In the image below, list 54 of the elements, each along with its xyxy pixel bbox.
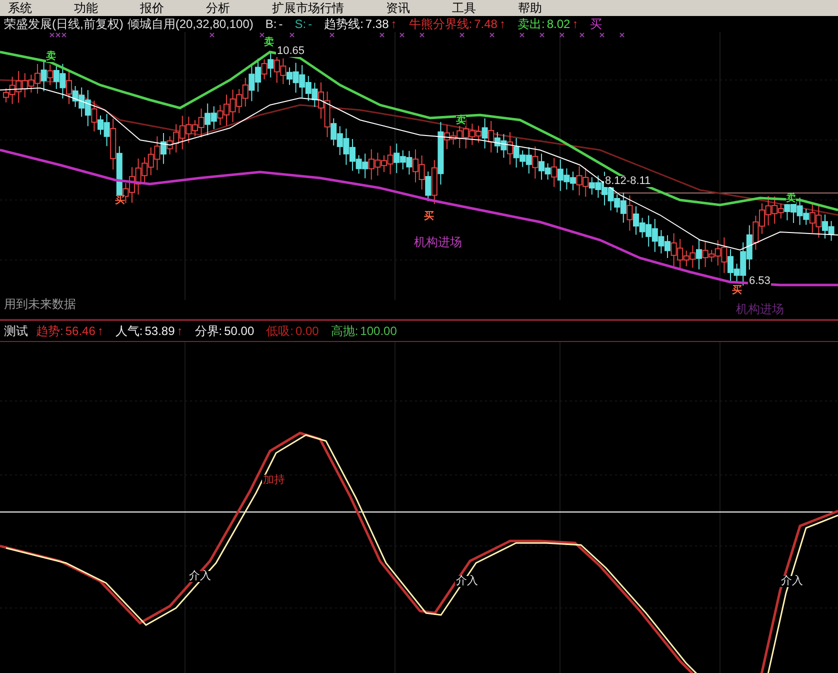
indicator-value: 0.00 <box>295 325 319 337</box>
arrow-mark: ↑ <box>572 18 578 30</box>
arrow-mark: ↑ <box>390 18 397 30</box>
indicator-label: B: <box>265 18 277 30</box>
indicator-label: 分界: <box>194 325 222 337</box>
indicator-label: 低吸: <box>266 325 294 337</box>
menu-item[interactable]: 帮助 <box>518 2 542 14</box>
stock-title: 荣盛发展(日线,前复权) <box>4 18 124 30</box>
signal-marker: 买 <box>424 212 434 222</box>
price-label: 10.65 <box>276 46 306 57</box>
menu-item[interactable]: 分析 <box>206 2 230 14</box>
signal-marker: 买 <box>732 286 742 296</box>
signal-marker: 卖 <box>456 116 466 126</box>
indicator-title: 测试 <box>4 325 28 337</box>
indicator-label: 牛熊分界线: <box>408 18 472 30</box>
menu-item[interactable]: 工具 <box>452 2 476 14</box>
arrow-mark: ↑ <box>97 325 104 337</box>
indicator-value: 100.00 <box>360 325 397 337</box>
future-data-note: 用到未来数据 <box>4 298 76 310</box>
indicator-label: 买 <box>590 18 602 30</box>
indicator-value: - <box>308 18 312 30</box>
indicator-label: 卖出: <box>517 18 545 30</box>
indicator-name: 倾城自用(20,32,80,100) <box>127 18 254 30</box>
indicator-value: - <box>278 18 283 30</box>
chart-note: 机构进场 <box>414 236 462 248</box>
signal-marker: 买 <box>115 196 125 206</box>
arrow-mark: ↑ <box>499 18 506 30</box>
menu-item[interactable]: 扩展市场行情 <box>272 2 344 14</box>
indicator-label: 高抛: <box>330 325 358 337</box>
menu-item[interactable]: 资讯 <box>386 2 410 14</box>
indicator-value: 53.89 <box>144 325 175 337</box>
indicator-value: 8.02 <box>546 18 570 30</box>
indicator-label: 趋势: <box>36 325 64 337</box>
indicator-value: 50.00 <box>224 325 254 337</box>
indicator-value: 7.38 <box>365 18 389 30</box>
indicator-label: 趋势线: <box>324 18 364 30</box>
signal-label: 介入 <box>455 576 479 587</box>
signal-label: 加持 <box>262 475 286 486</box>
chart-note: 机构进场 <box>736 303 784 315</box>
signal-label: 介入 <box>188 571 212 582</box>
indicator-label: S: <box>294 18 306 30</box>
price-label: 8.12-8.11 <box>604 176 652 187</box>
menu-item[interactable]: 报价 <box>140 2 164 14</box>
signal-label: 介入 <box>780 576 804 587</box>
indicator-label: 人气: <box>115 325 143 337</box>
price-label: 6.53 <box>748 276 772 287</box>
signal-marker: 卖 <box>46 52 56 62</box>
signal-marker: 卖 <box>786 194 796 204</box>
arrow-mark: ↑ <box>176 325 183 337</box>
indicator-value: 7.48 <box>474 18 498 30</box>
menu-item[interactable]: 功能 <box>74 2 98 14</box>
menu-item[interactable]: 系统 <box>8 2 32 14</box>
indicator-value: 56.46 <box>65 325 96 337</box>
signal-marker: 卖 <box>264 38 274 48</box>
